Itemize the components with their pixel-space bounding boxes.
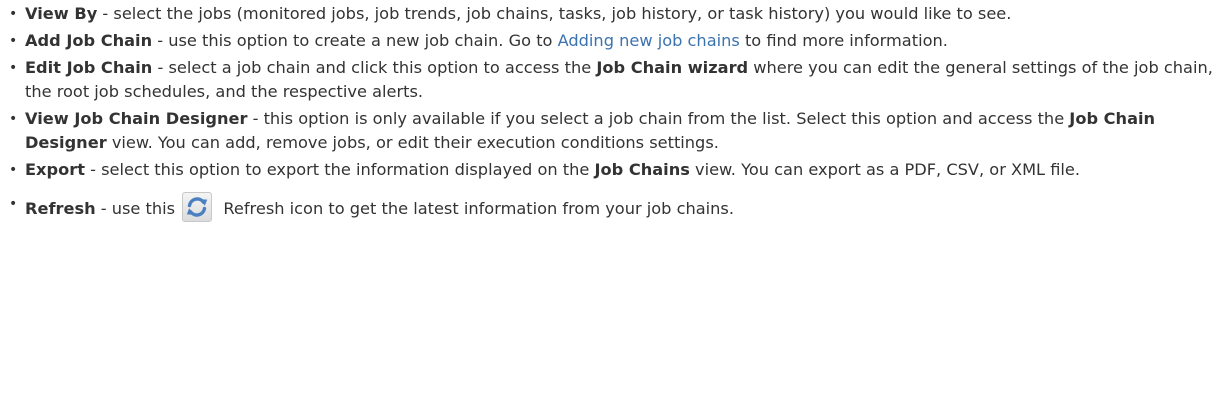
bullet-marker: • (9, 6, 18, 22)
list-item-view-job-chain-designer: • View Job Chain Designer - this option … (6, 107, 1221, 155)
job-chain-wizard-term: Job Chain wizard (596, 58, 749, 77)
list-item-edit-job-chain: • Edit Job Chain - select a job chain an… (6, 56, 1221, 104)
option-description-refresh: - use this (95, 199, 181, 218)
refresh-icon[interactable] (182, 192, 213, 222)
option-description-view-by: - select the jobs (monitored jobs, job t… (97, 4, 1012, 23)
list-item-export: • Export - select this option to export … (6, 158, 1221, 182)
option-description-add-job-chain-end: to find more information. (739, 31, 948, 50)
option-title-edit-job-chain: Edit Job Chain (25, 58, 153, 77)
list-item-view-by: • View By - select the jobs (monitored j… (6, 2, 1221, 26)
bullet-marker: • (9, 33, 18, 49)
option-title-refresh: Refresh (25, 199, 96, 218)
list-item-refresh: • Refresh - use this Refresh icon to get… (6, 192, 1221, 222)
bullet-marker: • (9, 162, 18, 178)
option-description-add-job-chain: - use this option to create a new job ch… (152, 31, 558, 50)
bullet-marker: • (9, 60, 18, 76)
option-description-view-designer-end: view. You can add, remove jobs, or edit … (106, 133, 719, 152)
option-description-view-designer: - this option is only available if you s… (247, 109, 1070, 128)
option-description-export-end: view. You can export as a PDF, CSV, or X… (689, 160, 1081, 179)
document-page: • View By - select the jobs (monitored j… (0, 0, 1229, 410)
bullet-marker: • (9, 196, 18, 212)
options-bullet-list: • View By - select the jobs (monitored j… (6, 2, 1221, 225)
job-chains-term: Job Chains (594, 160, 690, 179)
option-title-add-job-chain: Add Job Chain (25, 31, 153, 50)
option-title-view-by: View By (25, 4, 98, 23)
option-description-edit-job-chain: - select a job chain and click this opti… (152, 58, 597, 77)
list-item-add-job-chain: • Add Job Chain - use this option to cre… (6, 29, 1221, 53)
option-description-refresh-end: Refresh icon to get the latest informati… (218, 199, 735, 218)
bullet-marker: • (9, 111, 18, 127)
option-description-export: - select this option to export the infor… (84, 160, 595, 179)
adding-new-job-chains-link[interactable]: Adding new job chains (558, 31, 740, 50)
option-title-export: Export (25, 160, 85, 179)
option-title-view-job-chain-designer: View Job Chain Designer (25, 109, 248, 128)
